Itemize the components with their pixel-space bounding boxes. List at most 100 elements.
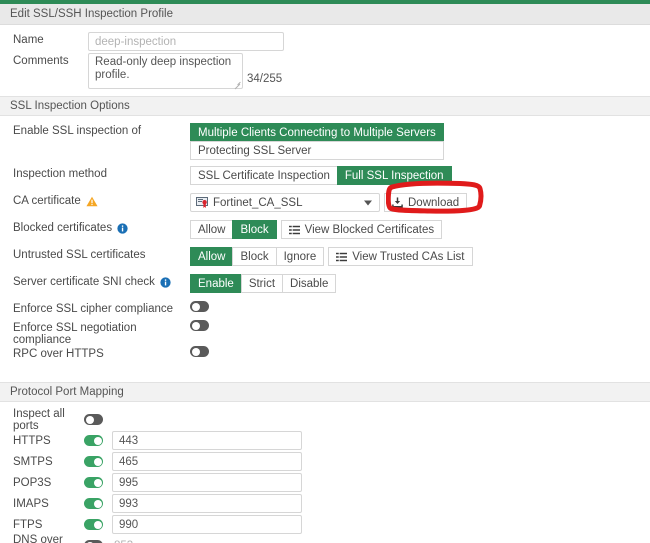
name-label: Name bbox=[13, 34, 44, 46]
inspection-method-label: Inspection method bbox=[13, 168, 107, 180]
toggle-knob bbox=[93, 457, 102, 466]
https-label: HTTPS bbox=[13, 434, 51, 447]
blocked-certificates-label-text: Blocked certificates bbox=[13, 222, 113, 234]
enforce-ssl-negotiation-compliance-toggle[interactable] bbox=[190, 320, 209, 331]
rpc-over-https-toggle[interactable] bbox=[190, 346, 209, 357]
toggle-knob bbox=[191, 321, 200, 330]
download-button[interactable]: Download bbox=[384, 193, 468, 212]
server-certificate-sni-check-label: Server certificate SNI check bbox=[0, 274, 190, 288]
section-title: Protocol Port Mapping bbox=[10, 386, 124, 398]
comments-row: Comments Read-only deep inspection profi… bbox=[0, 53, 650, 89]
ca-certificate-selected-value: Fortinet_CA_SSL bbox=[213, 196, 303, 209]
enforce-ssl-cipher-compliance-toggle[interactable] bbox=[190, 301, 209, 312]
section-header-ssl-inspection-options: SSL Inspection Options bbox=[0, 96, 650, 116]
imaps-port-input[interactable]: 993 bbox=[112, 494, 302, 513]
toggle-knob bbox=[191, 347, 200, 356]
toggle-knob bbox=[93, 436, 102, 445]
option-untrusted-allow[interactable]: Allow bbox=[190, 247, 234, 266]
option-protecting-ssl-server[interactable]: Protecting SSL Server bbox=[190, 141, 444, 160]
option-sni-strict[interactable]: Strict bbox=[240, 274, 284, 293]
name-input[interactable]: deep-inspection bbox=[88, 32, 284, 51]
profile-basic-fields: Name deep-inspection Comments Read-only … bbox=[0, 25, 650, 96]
section-header-protocol-port-mapping: Protocol Port Mapping bbox=[0, 382, 650, 402]
toggle-knob bbox=[93, 520, 102, 529]
download-button-label: Download bbox=[408, 196, 460, 209]
pop3s-label: POP3S bbox=[13, 476, 52, 489]
inspect-all-ports-toggle[interactable] bbox=[84, 414, 103, 425]
view-blocked-certificates-button[interactable]: View Blocked Certificates bbox=[280, 220, 443, 239]
certificate-icon bbox=[196, 196, 208, 209]
chevron-down-icon[interactable] bbox=[364, 200, 372, 205]
dialog-titlebar: Edit SSL/SSH Inspection Profile bbox=[0, 4, 650, 25]
rpc-over-https-label: RPC over HTTPS bbox=[13, 348, 104, 360]
warning-triangle-icon bbox=[86, 196, 98, 207]
pop3s-toggle[interactable] bbox=[84, 477, 103, 488]
toggle-knob bbox=[85, 415, 94, 424]
https-port-input[interactable]: 443 bbox=[112, 431, 302, 450]
info-circle-icon[interactable] bbox=[117, 222, 128, 234]
option-ssl-certificate-inspection[interactable]: SSL Certificate Inspection bbox=[190, 166, 338, 185]
inspection-method-options: SSL Certificate Inspection Full SSL Insp… bbox=[190, 166, 452, 185]
rpc-over-https-row: RPC over HTTPS bbox=[0, 346, 650, 365]
name-row: Name deep-inspection bbox=[0, 32, 650, 52]
server-certificate-sni-check-row: Server certificate SNI check Enable Stri… bbox=[0, 274, 650, 294]
port-row-https: HTTPS 443 bbox=[0, 430, 650, 451]
toggle-knob bbox=[191, 302, 200, 311]
pop3s-port-input[interactable]: 995 bbox=[112, 473, 302, 492]
option-full-ssl-inspection[interactable]: Full SSL Inspection bbox=[336, 166, 452, 185]
ssl-inspection-options-body: Enable SSL inspection of Multiple Client… bbox=[0, 116, 650, 371]
blocked-certificates-options: Allow Block bbox=[190, 220, 277, 239]
view-blocked-certificates-label: View Blocked Certificates bbox=[304, 223, 435, 236]
info-circle-icon[interactable] bbox=[160, 276, 171, 288]
port-row-smtps: SMTPS 465 bbox=[0, 451, 650, 472]
inspection-method-row: Inspection method SSL Certificate Inspec… bbox=[0, 166, 650, 186]
list-icon bbox=[288, 225, 300, 235]
option-untrusted-ignore[interactable]: Ignore bbox=[275, 247, 325, 266]
enforce-ssl-negotiation-compliance-row: Enforce SSL negotiation compliance bbox=[0, 320, 650, 346]
server-certificate-sni-check-options: Enable Strict Disable bbox=[190, 274, 337, 293]
view-trusted-cas-list-button[interactable]: View Trusted CAs List bbox=[328, 247, 473, 266]
enforce-ssl-cipher-compliance-label: Enforce SSL cipher compliance bbox=[13, 303, 174, 315]
list-icon bbox=[336, 252, 348, 262]
dns-over-tls-label: DNS over TLS bbox=[13, 533, 63, 543]
ca-certificate-label: CA certificate bbox=[0, 193, 190, 207]
option-blocked-block[interactable]: Block bbox=[232, 220, 277, 239]
download-icon bbox=[392, 197, 403, 208]
enforce-ssl-negotiation-compliance-label: Enforce SSL negotiation compliance bbox=[13, 322, 137, 346]
untrusted-ssl-certificates-label: Untrusted SSL certificates bbox=[13, 249, 146, 261]
https-toggle[interactable] bbox=[84, 435, 103, 446]
ca-certificate-row: CA certificate Fortinet_CA_SSL Download bbox=[0, 193, 650, 213]
protocol-port-mapping-body: Inspect all ports HTTPS 443 SMTPS 465 PO… bbox=[0, 402, 650, 543]
edit-ssl-ssh-inspection-profile-dialog: Edit SSL/SSH Inspection Profile Name dee… bbox=[0, 0, 650, 543]
ftps-port-input[interactable]: 990 bbox=[112, 515, 302, 534]
untrusted-ssl-certificates-options: Allow Block Ignore bbox=[190, 247, 325, 266]
page-title: Edit SSL/SSH Inspection Profile bbox=[10, 8, 173, 20]
toggle-knob bbox=[93, 478, 102, 487]
untrusted-ssl-certificates-row: Untrusted SSL certificates Allow Block I… bbox=[0, 247, 650, 267]
enable-ssl-inspection-of-label: Enable SSL inspection of bbox=[13, 125, 142, 137]
dns-over-tls-port-value: 853 bbox=[112, 540, 133, 543]
toggle-knob bbox=[93, 499, 102, 508]
comments-textarea[interactable]: Read-only deep inspection profile. bbox=[88, 53, 243, 89]
option-blocked-allow[interactable]: Allow bbox=[190, 220, 234, 239]
port-row-ftps: FTPS 990 bbox=[0, 514, 650, 535]
port-row-pop3s: POP3S 995 bbox=[0, 472, 650, 493]
enable-ssl-inspection-of-options: Multiple Clients Connecting to Multiple … bbox=[190, 123, 444, 160]
option-multiple-clients-multiple-servers[interactable]: Multiple Clients Connecting to Multiple … bbox=[190, 123, 444, 142]
option-untrusted-block[interactable]: Block bbox=[232, 247, 277, 266]
port-row-dns-over-tls: DNS over TLS 853 bbox=[0, 533, 650, 543]
view-trusted-cas-list-label: View Trusted CAs List bbox=[352, 250, 465, 263]
ftps-label: FTPS bbox=[13, 518, 43, 531]
ftps-toggle[interactable] bbox=[84, 519, 103, 530]
smtps-port-input[interactable]: 465 bbox=[112, 452, 302, 471]
option-sni-enable[interactable]: Enable bbox=[190, 274, 242, 293]
comments-char-counter: 34/255 bbox=[247, 73, 283, 85]
ca-certificate-label-text: CA certificate bbox=[13, 195, 81, 207]
imaps-label: IMAPS bbox=[13, 497, 49, 510]
option-sni-disable[interactable]: Disable bbox=[282, 274, 337, 293]
ca-certificate-select[interactable]: Fortinet_CA_SSL bbox=[190, 193, 380, 212]
imaps-toggle[interactable] bbox=[84, 498, 103, 509]
enable-ssl-inspection-of-row: Enable SSL inspection of Multiple Client… bbox=[0, 123, 650, 160]
smtps-toggle[interactable] bbox=[84, 456, 103, 467]
port-row-imaps: IMAPS 993 bbox=[0, 493, 650, 514]
